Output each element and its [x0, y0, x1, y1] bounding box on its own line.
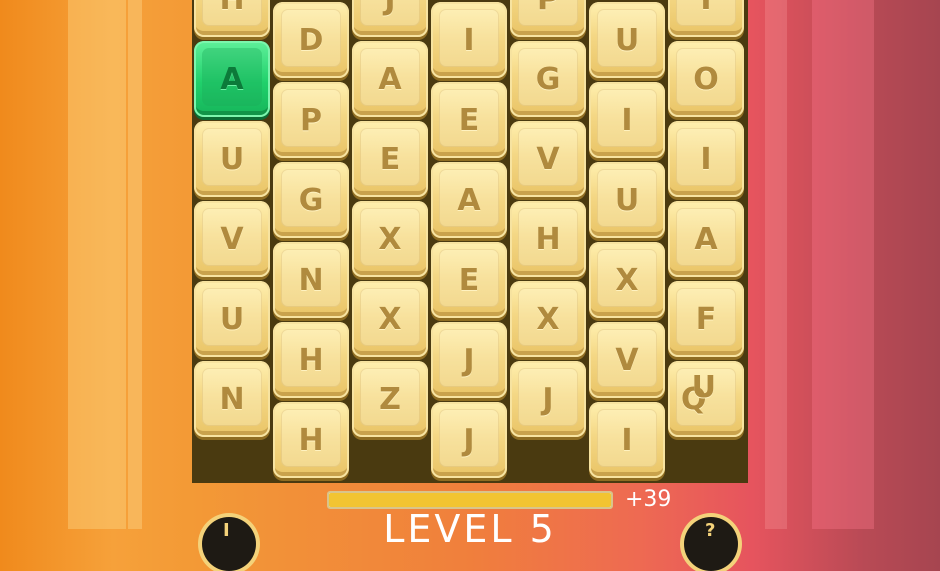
- tile-letter: H: [298, 342, 324, 378]
- letter-tile[interactable]: X: [352, 281, 428, 357]
- letter-tile[interactable]: E: [431, 82, 507, 158]
- tile-letter: I: [621, 102, 633, 138]
- tile-letter: J: [463, 422, 475, 458]
- tile-letter: X: [378, 221, 402, 257]
- tile-letter: I: [463, 22, 475, 58]
- tile-letter: A: [694, 221, 718, 257]
- letter-tile[interactable]: U: [589, 2, 665, 78]
- letter-tile[interactable]: G: [510, 41, 586, 117]
- letter-tile[interactable]: A: [431, 162, 507, 238]
- letter-tile[interactable]: O: [668, 41, 744, 117]
- tile-letter: F: [695, 301, 717, 337]
- letter-tile[interactable]: V: [510, 121, 586, 197]
- tile-letter: G: [298, 182, 324, 218]
- letter-tile[interactable]: V: [589, 322, 665, 398]
- tile-letter: P: [300, 102, 322, 138]
- tile-sub-letter: U: [691, 369, 716, 405]
- letter-tile[interactable]: A: [352, 41, 428, 117]
- tile-letter: N: [219, 381, 245, 417]
- letter-tile[interactable]: Z: [352, 361, 428, 437]
- tile-letter: U: [219, 141, 245, 177]
- bg-stripe: [68, 0, 126, 529]
- tile-letter: H: [219, 0, 244, 17]
- tile-letter: N: [298, 262, 324, 298]
- tile-letter: E: [458, 262, 480, 298]
- letter-tile[interactable]: P: [510, 0, 586, 37]
- letter-tile[interactable]: J: [431, 322, 507, 398]
- tile-letter: A: [220, 61, 244, 97]
- letter-tile[interactable]: I: [431, 2, 507, 78]
- letter-tile[interactable]: QU: [668, 361, 744, 437]
- letter-tile[interactable]: I: [589, 402, 665, 478]
- tile-letter: J: [463, 342, 475, 378]
- letter-tile[interactable]: V: [194, 201, 270, 277]
- tile-letter: E: [379, 141, 401, 177]
- tile-letter: X: [615, 262, 639, 298]
- letter-tile[interactable]: H: [510, 201, 586, 277]
- tile-letter: U: [219, 301, 245, 337]
- letter-tile[interactable]: E: [431, 242, 507, 318]
- letter-tile[interactable]: N: [273, 242, 349, 318]
- tile-letter: U: [614, 22, 640, 58]
- tile-letter: U: [614, 182, 640, 218]
- letter-tile[interactable]: J: [431, 402, 507, 478]
- letter-tile[interactable]: X: [589, 242, 665, 318]
- hint-icon: ?: [705, 520, 716, 541]
- letter-board: H A U V U N D P G N H H J A E X X Z I E A E J J P G V H X J U I U X V I I O I A…: [192, 0, 748, 483]
- letter-tile[interactable]: H: [273, 402, 349, 478]
- letter-tile[interactable]: H: [194, 0, 270, 37]
- letter-tile[interactable]: D: [273, 2, 349, 78]
- letter-tile[interactable]: I: [668, 0, 744, 37]
- tile-letter: G: [535, 61, 561, 97]
- letter-tile[interactable]: A: [668, 201, 744, 277]
- tile-letter: I: [700, 141, 712, 177]
- tile-letter: J: [542, 381, 554, 417]
- letter-tile[interactable]: P: [273, 82, 349, 158]
- bg-stripe: [812, 0, 874, 529]
- tile-letter: D: [298, 22, 324, 58]
- letter-tile[interactable]: J: [510, 361, 586, 437]
- coin-icon: I: [223, 520, 230, 541]
- tile-letter: J: [384, 0, 395, 17]
- tile-letter: A: [378, 61, 402, 97]
- letter-tile[interactable]: H: [273, 322, 349, 398]
- letter-tile[interactable]: F: [668, 281, 744, 357]
- letter-tile[interactable]: E: [352, 121, 428, 197]
- level-title: LEVEL 5: [383, 507, 557, 551]
- level-progress-fill: [329, 493, 611, 507]
- tile-letter: I: [621, 422, 633, 458]
- letter-tile[interactable]: I: [668, 121, 744, 197]
- letter-tile[interactable]: G: [273, 162, 349, 238]
- letter-tile[interactable]: J: [352, 0, 428, 37]
- tile-letter: X: [536, 301, 560, 337]
- letter-tile[interactable]: I: [589, 82, 665, 158]
- letter-tile[interactable]: X: [510, 281, 586, 357]
- letter-tile[interactable]: U: [194, 281, 270, 357]
- tile-letter: P: [537, 0, 559, 17]
- tile-letter: I: [700, 0, 711, 17]
- tile-letter: V: [536, 141, 560, 177]
- tile-letter: E: [458, 102, 480, 138]
- letter-tile[interactable]: X: [352, 201, 428, 277]
- tile-letter: V: [220, 221, 244, 257]
- tile-letter: A: [457, 182, 481, 218]
- tile-letter: X: [378, 301, 402, 337]
- letter-tile[interactable]: N: [194, 361, 270, 437]
- tile-letter: H: [535, 221, 561, 257]
- tile-letter: Z: [379, 381, 401, 417]
- bg-stripe: [765, 0, 787, 529]
- letter-tile[interactable]: A: [194, 41, 270, 117]
- letter-tile[interactable]: U: [194, 121, 270, 197]
- tile-letter: H: [298, 422, 324, 458]
- bg-stripe: [128, 0, 142, 529]
- letter-tile[interactable]: U: [589, 162, 665, 238]
- tile-letter: O: [693, 61, 719, 97]
- tile-letter: V: [615, 342, 639, 378]
